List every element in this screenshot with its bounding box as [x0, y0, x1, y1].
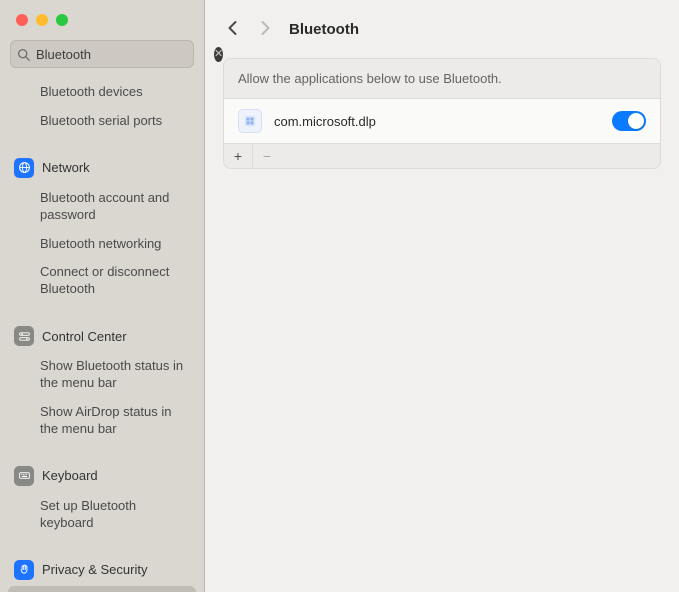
zoom-window-button[interactable] — [56, 14, 68, 26]
clear-search-icon[interactable]: ✕ — [214, 47, 223, 62]
panel-description: Allow the applications below to use Blue… — [224, 59, 660, 99]
switches-icon — [14, 326, 34, 346]
app-toggle[interactable] — [612, 111, 646, 131]
sidebar-section-label: Control Center — [42, 329, 127, 344]
add-app-button[interactable]: + — [224, 144, 252, 168]
window-controls — [0, 0, 204, 40]
sidebar-section-control-center[interactable]: Control Center — [0, 320, 204, 352]
sidebar-item-bluetooth-serial-ports[interactable]: Bluetooth serial ports — [0, 107, 204, 136]
sidebar-section-label: Privacy & Security — [42, 562, 147, 577]
sidebar-section-privacy-security[interactable]: Privacy & Security — [0, 554, 204, 586]
page-title: Bluetooth — [289, 21, 359, 38]
sidebar-section-keyboard[interactable]: Keyboard — [0, 460, 204, 492]
app-icon — [238, 109, 262, 133]
keyboard-icon — [14, 466, 34, 486]
sidebar-item-setup-bt-keyboard[interactable]: Set up Bluetooth keyboard — [0, 492, 204, 538]
sidebar-item-bt-networking[interactable]: Bluetooth networking — [0, 230, 204, 259]
sidebar-item-bt-account-password[interactable]: Bluetooth account and password — [0, 184, 204, 230]
hand-icon — [14, 560, 34, 580]
close-window-button[interactable] — [16, 14, 28, 26]
bluetooth-apps-panel: Allow the applications below to use Blue… — [223, 58, 661, 169]
sidebar-item-airdrop-menubar-status[interactable]: Show AirDrop status in the menu bar — [0, 398, 204, 444]
sidebar-section-label: Network — [42, 160, 90, 175]
main-content: Bluetooth Allow the applications below t… — [205, 0, 679, 592]
app-name-label: com.microsoft.dlp — [274, 114, 600, 129]
app-row: com.microsoft.dlp — [224, 99, 660, 143]
back-button[interactable] — [227, 20, 238, 39]
forward-button[interactable] — [260, 20, 271, 39]
sidebar-item-bt-menubar-status[interactable]: Show Bluetooth status in the menu bar — [0, 352, 204, 398]
globe-icon — [14, 158, 34, 178]
sidebar-section-network[interactable]: Network — [0, 152, 204, 184]
sidebar-section-label: Keyboard — [42, 468, 98, 483]
sidebar-results: Bluetooth devices Bluetooth serial ports… — [0, 78, 204, 592]
sidebar-item-bt-connect-disconnect[interactable]: Connect or disconnect Bluetooth — [0, 258, 204, 304]
sidebar-item-bluetooth-devices[interactable]: Bluetooth devices — [0, 78, 204, 107]
panel-footer: + − — [224, 143, 660, 168]
sidebar: ✕ Bluetooth devices Bluetooth serial por… — [0, 0, 205, 592]
remove-app-button[interactable]: − — [252, 144, 281, 168]
search-field[interactable]: ✕ — [10, 40, 194, 68]
sidebar-item-allow-apps-bluetooth[interactable]: Allow applications to access Bluetooth — [8, 586, 196, 592]
main-header: Bluetooth — [205, 0, 679, 54]
minimize-window-button[interactable] — [36, 14, 48, 26]
search-input[interactable] — [34, 46, 214, 63]
search-icon — [17, 48, 30, 61]
